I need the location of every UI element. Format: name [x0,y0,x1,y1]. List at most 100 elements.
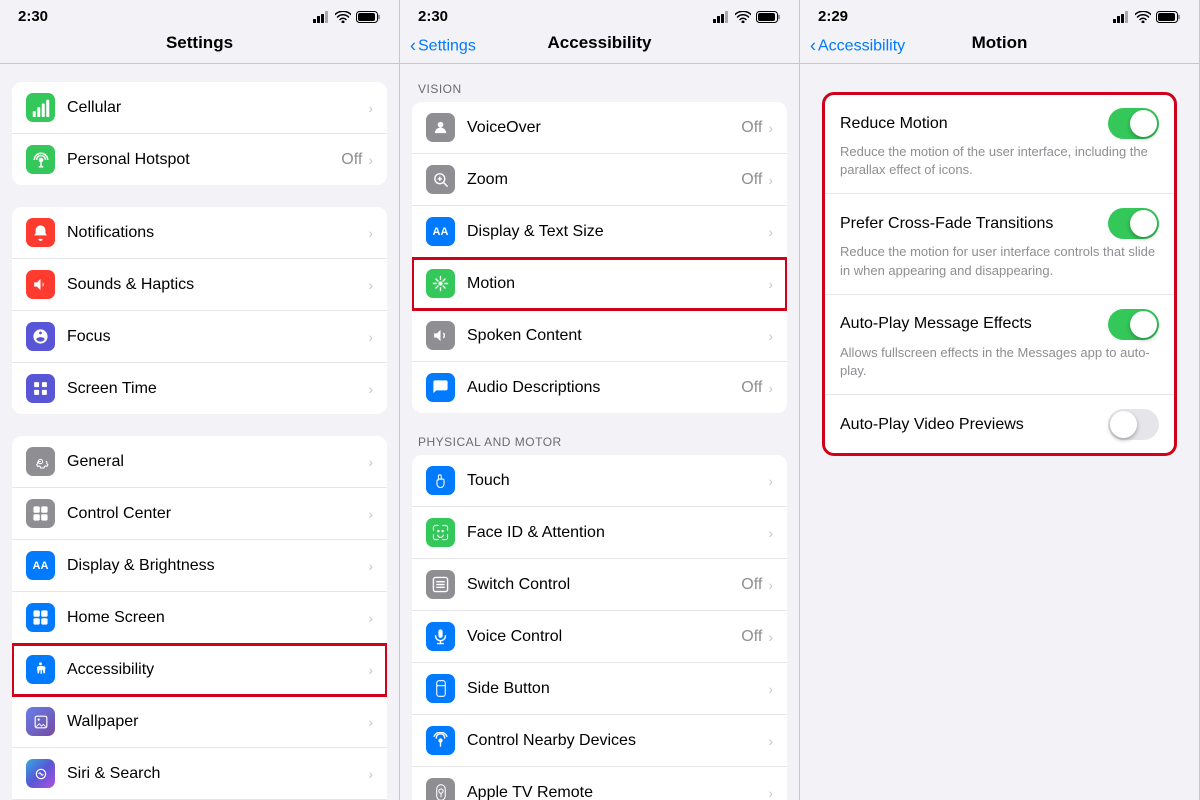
sidebutton-svg [434,680,448,697]
panel-accessibility: 2:30 ‹ Settings [400,0,800,800]
crossfade-row[interactable]: Prefer Cross-Fade Transitions Reduce the… [824,194,1175,294]
sounds-chevron: › [368,277,373,293]
crossfade-toggle[interactable] [1108,208,1159,239]
physical-group: PHYSICAL AND MOTOR Touch › [400,435,799,800]
autoplay-vid-header: Auto-Play Video Previews [840,409,1159,440]
scroll-content-2[interactable]: VISION VoiceOver Off › [400,64,799,800]
focus-chevron: › [368,329,373,345]
crossfade-desc: Reduce the motion for user interface con… [840,243,1159,279]
cellular-row[interactable]: Cellular › [12,82,387,134]
faceidattn-row[interactable]: Face ID & Attention › [412,507,787,559]
sidebutton-row[interactable]: Side Button › [412,663,787,715]
display-row[interactable]: AA Display & Brightness › [12,540,387,592]
status-icons-1 [313,11,381,23]
voiceover-row[interactable]: VoiceOver Off › [412,102,787,154]
autoplay-msg-knob [1130,311,1157,338]
notifications-svg [32,224,49,241]
nav-back-label-2: Settings [418,37,476,55]
faceidattn-icon [426,518,455,547]
motion-row[interactable]: Motion › [412,258,787,310]
siri-svg [34,767,48,781]
wifi-icon-2 [735,11,751,23]
controlcenter-chevron: › [368,506,373,522]
focus-svg [32,328,49,345]
nav-bar-1: Settings [0,29,399,64]
controlcenter-label: Control Center [67,505,368,523]
touch-icon [426,466,455,495]
voicecontrol-row[interactable]: Voice Control Off › [412,611,787,663]
nearbydevices-row[interactable]: Control Nearby Devices › [412,715,787,767]
reduce-motion-row[interactable]: Reduce Motion Reduce the motion of the u… [824,94,1175,194]
touch-svg [432,472,449,489]
reduce-motion-desc: Reduce the motion of the user interface,… [840,143,1159,179]
notifications-row[interactable]: Notifications › [12,207,387,259]
faceidattn-svg [432,524,449,541]
nav-bar-3: ‹ Accessibility Motion [800,29,1199,64]
siri-row[interactable]: Siri & Search › [12,748,387,800]
homescreen-row[interactable]: Home Screen › [12,592,387,644]
tvremote-row[interactable]: Apple TV Remote › [412,767,787,800]
general-svg [32,453,49,470]
scroll-content-3[interactable]: Reduce Motion Reduce the motion of the u… [800,64,1199,800]
nav-back-3[interactable]: ‹ Accessibility [810,36,905,57]
motion-label: Motion [467,275,768,293]
voicecontrol-label: Voice Control [467,628,741,646]
displaytext-label: Display & Text Size [467,223,768,241]
audiodesc-icon [426,373,455,402]
autoplay-msg-row[interactable]: Auto-Play Message Effects Allows fullscr… [824,295,1175,395]
crossfade-knob [1130,210,1157,237]
display-chevron: › [368,558,373,574]
reduce-motion-knob [1130,110,1157,137]
accessibility-row[interactable]: Accessibility › [12,644,387,696]
reduce-motion-toggle[interactable] [1108,108,1159,139]
nav-back-2[interactable]: ‹ Settings [410,36,476,57]
notifications-label: Notifications [67,224,368,242]
autoplay-vid-knob [1110,411,1137,438]
sounds-row[interactable]: Sounds & Haptics › [12,259,387,311]
nav-title-3: Motion [972,33,1028,52]
back-chevron-2: ‹ [410,36,416,57]
touch-label: Touch [467,472,768,490]
spokencontent-row[interactable]: Spoken Content › [412,310,787,362]
status-time-1: 2:30 [18,8,48,25]
tvremote-label: Apple TV Remote [467,784,768,800]
audiodesc-row[interactable]: Audio Descriptions Off › [412,362,787,413]
touch-row[interactable]: Touch › [412,455,787,507]
voiceover-value: Off [741,119,762,137]
notifications-icon [26,218,55,247]
motion-icon [426,269,455,298]
displaytext-row[interactable]: AA Display & Text Size › [412,206,787,258]
cellular-chevron: › [368,100,373,116]
homescreen-svg [32,609,49,626]
autoplay-msg-header: Auto-Play Message Effects [840,309,1159,340]
focus-row[interactable]: Focus › [12,311,387,363]
zoom-row[interactable]: Zoom Off › [412,154,787,206]
status-time-2: 2:30 [418,8,448,25]
audiodesc-label: Audio Descriptions [467,379,741,397]
autoplay-vid-toggle[interactable] [1108,409,1159,440]
hotspot-row[interactable]: Personal Hotspot Off › [12,134,387,185]
nearbydevices-label: Control Nearby Devices [467,732,768,750]
displaytext-icon: AA [426,217,455,246]
sounds-icon [26,270,55,299]
controlcenter-svg [32,505,49,522]
switchcontrol-icon [426,570,455,599]
autoplay-vid-row[interactable]: Auto-Play Video Previews [824,395,1175,454]
spokencontent-label: Spoken Content [467,327,768,345]
scroll-content-1[interactable]: Cellular › Personal Hotspot Off › [0,64,399,800]
tvremote-svg [434,784,448,800]
controlcenter-row[interactable]: Control Center › [12,488,387,540]
switchcontrol-row[interactable]: Switch Control Off › [412,559,787,611]
general-row[interactable]: General › [12,436,387,488]
wallpaper-row[interactable]: Wallpaper › [12,696,387,748]
panel-motion: 2:29 ‹ Accessibility [800,0,1200,800]
audiodesc-value: Off [741,379,762,397]
accessibility-svg [32,661,49,678]
autoplay-msg-toggle[interactable] [1108,309,1159,340]
zoom-value: Off [741,171,762,189]
screentime-row[interactable]: Screen Time › [12,363,387,414]
homescreen-label: Home Screen [67,609,368,627]
voiceover-svg [432,119,449,136]
tvremote-icon [426,778,455,800]
voiceover-icon [426,113,455,142]
